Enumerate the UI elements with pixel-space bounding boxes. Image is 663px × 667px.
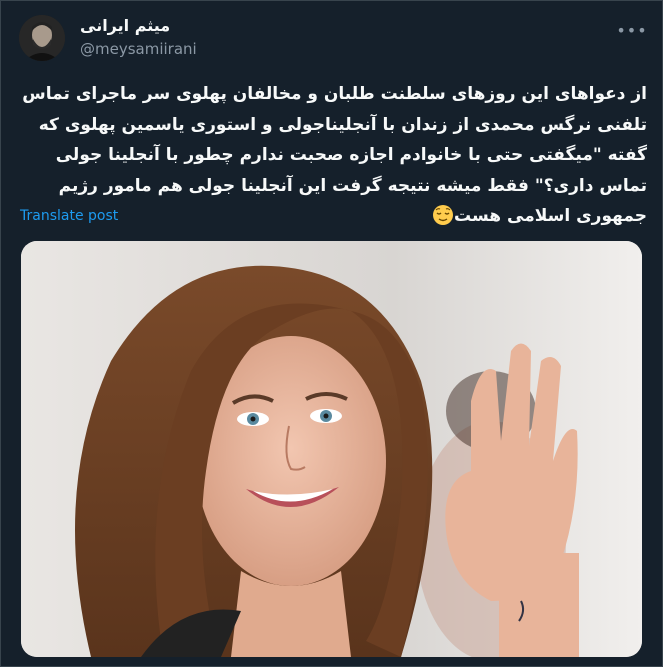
tweet-card: میثم ایرانی @meysamiirani ••• از دعواهای… bbox=[0, 0, 663, 667]
avatar[interactable] bbox=[19, 15, 65, 61]
more-options-button[interactable]: ••• bbox=[615, 17, 649, 43]
author-handle[interactable]: @meysamiirani bbox=[80, 39, 197, 59]
avatar-image bbox=[19, 15, 65, 61]
post-text: از دعواهای این روزهای سلطنت طلبان و مخال… bbox=[22, 84, 647, 226]
portrait-photo bbox=[21, 241, 642, 657]
post-media-image[interactable] bbox=[21, 241, 642, 657]
more-dots-icon: ••• bbox=[616, 20, 648, 40]
author-name[interactable]: میثم ایرانی bbox=[80, 15, 170, 37]
translate-post-link[interactable]: Translate post bbox=[20, 206, 118, 226]
relieved-face-emoji-icon bbox=[433, 205, 453, 225]
